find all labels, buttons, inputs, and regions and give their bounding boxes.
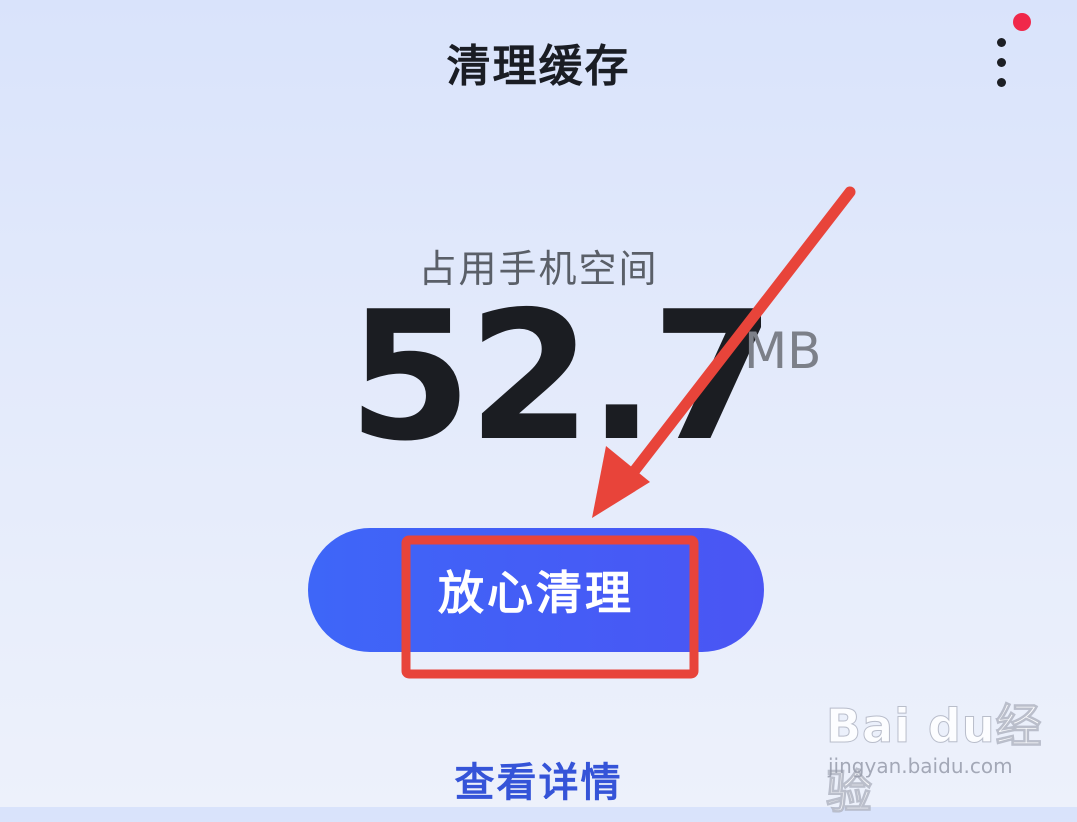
more-vertical-icon: [997, 38, 1006, 47]
more-vertical-icon-dot-3: [997, 78, 1006, 87]
storage-size: 52.7 MB: [348, 288, 848, 478]
notification-badge: [1013, 13, 1031, 31]
clean-button-label: 放心清理: [438, 567, 634, 619]
view-details-link[interactable]: 查看详情: [0, 750, 1077, 808]
more-options-button[interactable]: [980, 30, 1024, 94]
page-title: 清理缓存: [446, 41, 631, 92]
storage-size-value: 52.7: [348, 273, 775, 480]
clean-button[interactable]: 放心清理: [308, 528, 764, 652]
more-vertical-icon-dot-2: [997, 58, 1006, 67]
storage-size-unit: MB: [744, 322, 822, 380]
